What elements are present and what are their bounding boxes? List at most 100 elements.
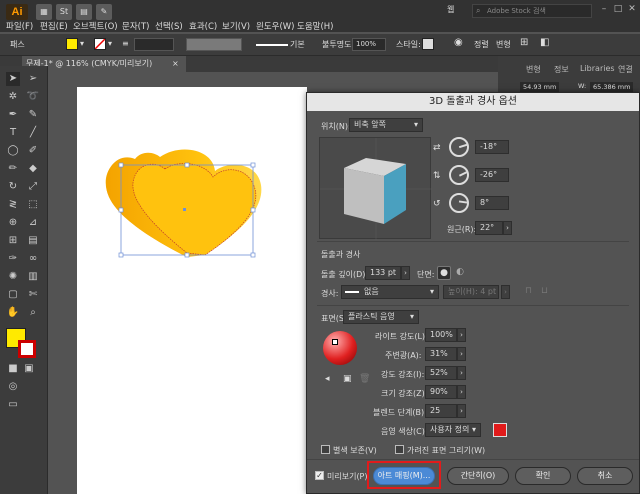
bevel-select[interactable]: 없음 ▾ <box>341 285 439 299</box>
brush-stroke-preview[interactable] <box>256 44 288 46</box>
graphic-style-swatch[interactable] <box>422 38 434 50</box>
artboard-tool-icon[interactable]: ▢ <box>6 288 20 302</box>
preview-checkbox[interactable]: ✓ <box>315 471 324 480</box>
menu-select[interactable]: 선택(S) <box>155 20 183 32</box>
line-tool-icon[interactable]: ╱ <box>26 126 40 140</box>
isolate-icon[interactable]: ⊞ <box>520 37 528 48</box>
align-label[interactable]: 정렬 <box>474 39 489 50</box>
selection-tool-icon[interactable]: ➤ <box>6 72 20 86</box>
chevron-right-icon[interactable]: › <box>457 404 466 418</box>
color-mode-icon[interactable]: ■ <box>6 362 20 376</box>
lighting-sphere[interactable] <box>323 331 357 365</box>
menu-object[interactable]: 오브젝트(O) <box>73 20 118 32</box>
chevron-right-icon[interactable]: › <box>457 347 466 361</box>
cancel-button[interactable]: 취소 <box>577 467 633 485</box>
rotation-track-cube[interactable] <box>319 137 432 240</box>
close-tab-icon[interactable]: × <box>172 56 179 72</box>
bridge-icon[interactable]: ▦ <box>36 4 52 20</box>
surface-select[interactable]: 플라스틱 음영 ▾ <box>343 310 419 324</box>
chevron-right-icon[interactable]: › <box>457 385 466 399</box>
tab-info[interactable]: 정보 <box>554 64 569 75</box>
blend-steps-field[interactable]: 25 <box>425 404 457 418</box>
mesh-tool-icon[interactable]: ⊞ <box>6 234 20 248</box>
fill-swatch[interactable] <box>66 38 78 50</box>
lasso-tool-icon[interactable]: ➰ <box>26 90 40 104</box>
shape-builder-tool-icon[interactable]: ⊕ <box>6 216 20 230</box>
menu-edit[interactable]: 편집(E) <box>40 20 68 32</box>
type-tool-icon[interactable]: T <box>6 126 20 140</box>
arrange-icon[interactable]: ▤ <box>76 4 92 20</box>
light-intensity-field[interactable]: 100% <box>425 328 457 342</box>
graph-tool-icon[interactable]: ▥ <box>26 270 40 284</box>
new-light-icon[interactable]: ▣ <box>343 374 352 384</box>
shading-color-select[interactable]: 사용자 정의 ▾ <box>425 423 481 437</box>
cap-off-icon[interactable]: ◐ <box>453 266 467 280</box>
eyedropper-tool-icon[interactable]: ✑ <box>6 252 20 266</box>
menu-help[interactable]: 도움말(H) <box>297 20 333 32</box>
cap-on-icon[interactable]: ● <box>437 266 451 280</box>
magic-wand-tool-icon[interactable]: ✲ <box>6 90 20 104</box>
draw-mode-icon[interactable]: ◎ <box>6 380 20 394</box>
rotate-x-field[interactable]: -18° <box>475 140 509 154</box>
rotate-x-dial[interactable] <box>449 137 469 157</box>
workspace-switcher[interactable]: 웹 <box>447 4 454 15</box>
tab-transform[interactable]: 변형 <box>526 64 541 75</box>
draw-hidden-checkbox[interactable] <box>395 445 404 454</box>
close-icon[interactable]: ✕ <box>626 3 638 15</box>
3d-heart-artwork[interactable] <box>95 145 275 275</box>
chevron-right-icon[interactable]: › <box>457 366 466 380</box>
curvature-tool-icon[interactable]: ✎ <box>26 108 40 122</box>
blend-tool-icon[interactable]: ∞ <box>26 252 40 266</box>
menu-effect[interactable]: 효과(C) <box>189 20 217 32</box>
stock-icon[interactable]: St <box>56 4 72 20</box>
chevron-right-icon[interactable]: › <box>401 266 410 280</box>
zoom-tool-icon[interactable]: ⌕ <box>26 306 40 320</box>
width-tool-icon[interactable]: ≷ <box>6 198 20 212</box>
tab-libraries[interactable]: Libraries <box>580 64 615 73</box>
eraser-tool-icon[interactable]: ◆ <box>26 162 40 176</box>
scale-tool-icon[interactable]: ⤢ <box>26 180 40 194</box>
ellipse-tool-icon[interactable]: ◯ <box>6 144 20 158</box>
chevron-right-icon[interactable]: › <box>503 221 512 235</box>
shaper-tool-icon[interactable]: ✏ <box>6 162 20 176</box>
slice-tool-icon[interactable]: ✄ <box>26 288 40 302</box>
screen-mode-icon[interactable]: ▭ <box>6 398 20 412</box>
extrude-depth-field[interactable]: 133 pt <box>365 266 401 280</box>
minimize-icon[interactable]: – <box>598 3 610 15</box>
rotate-y-field[interactable]: -26° <box>475 168 509 182</box>
map-art-button[interactable]: 아트 매핑(M)... <box>373 467 435 485</box>
paintbrush-tool-icon[interactable]: ✐ <box>26 144 40 158</box>
gradient-tool-icon[interactable]: ▤ <box>26 234 40 248</box>
stroke-color-swatch[interactable] <box>18 340 36 358</box>
stroke-swatch[interactable] <box>94 38 106 50</box>
recolor-icon[interactable]: ◉ <box>454 37 463 48</box>
variable-width-field[interactable] <box>186 38 242 51</box>
tab-links[interactable]: 연결 <box>618 64 633 75</box>
preserve-spot-checkbox[interactable] <box>321 445 330 454</box>
menu-file[interactable]: 파일(F) <box>6 20 33 32</box>
chevron-right-icon[interactable]: › <box>457 328 466 342</box>
ok-button[interactable]: 확인 <box>515 467 571 485</box>
stroke-weight-field[interactable] <box>134 38 174 51</box>
rotate-tool-icon[interactable]: ↻ <box>6 180 20 194</box>
opacity-field[interactable]: 100% <box>352 38 386 51</box>
fewer-options-button[interactable]: 간단히(O) <box>447 467 509 485</box>
chevron-down-icon[interactable]: ▾ <box>108 39 112 48</box>
menu-window[interactable]: 윈도우(W) <box>256 20 295 32</box>
chevron-down-icon[interactable]: ▾ <box>80 39 84 48</box>
menu-type[interactable]: 문자(T) <box>122 20 149 32</box>
direct-selection-tool-icon[interactable]: ➢ <box>26 72 40 86</box>
light-source-handle[interactable] <box>332 339 338 345</box>
rotate-z-field[interactable]: 8° <box>475 196 509 210</box>
free-transform-tool-icon[interactable]: ⬚ <box>26 198 40 212</box>
ambient-field[interactable]: 31% <box>425 347 457 361</box>
gpu-icon[interactable]: ✎ <box>96 4 112 20</box>
position-select[interactable]: 비축 앞쪽 ▾ <box>349 118 423 132</box>
perspective-grid-tool-icon[interactable]: ⊿ <box>26 216 40 230</box>
pen-tool-icon[interactable]: ✒ <box>6 108 20 122</box>
move-light-back-icon[interactable]: ◂ <box>325 374 330 384</box>
highlight-size-field[interactable]: 90% <box>425 385 457 399</box>
stock-search-input[interactable]: Adobe Stock 검색 <box>472 4 592 18</box>
perspective-field[interactable]: 22° <box>475 221 503 235</box>
transform-label[interactable]: 변형 <box>496 39 511 50</box>
